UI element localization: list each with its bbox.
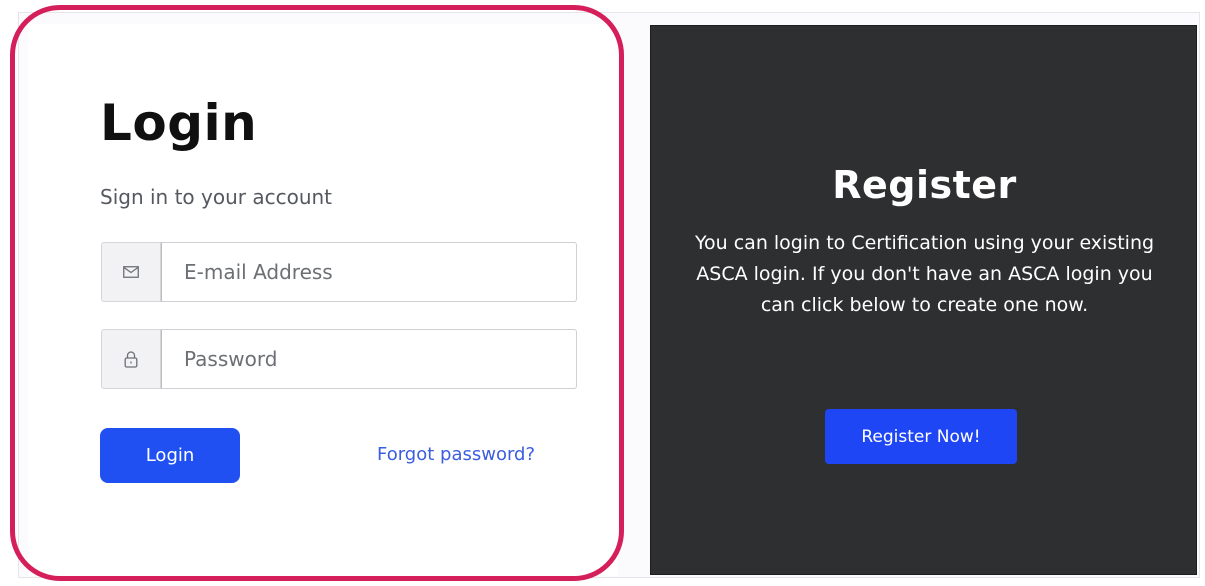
- register-panel: Register You can login to Certification …: [650, 25, 1197, 575]
- password-field[interactable]: [161, 329, 577, 389]
- password-addon: [101, 329, 161, 389]
- register-now-button[interactable]: Register Now!: [825, 409, 1017, 464]
- register-title: Register: [832, 163, 1017, 207]
- login-button[interactable]: Login: [100, 428, 240, 483]
- forgot-password-link[interactable]: Forgot password?: [377, 444, 535, 465]
- envelope-icon: [123, 266, 139, 278]
- register-description: You can login to Certification using you…: [694, 232, 1155, 316]
- email-input-group: [101, 242, 577, 302]
- page-stage: Login Sign in to your account Lo: [0, 0, 1205, 586]
- lock-icon: [124, 350, 138, 368]
- login-title: Login: [100, 94, 258, 152]
- password-input-group: [101, 329, 577, 389]
- login-subtitle: Sign in to your account: [100, 185, 333, 209]
- email-addon: [101, 242, 161, 302]
- email-field[interactable]: [161, 242, 577, 302]
